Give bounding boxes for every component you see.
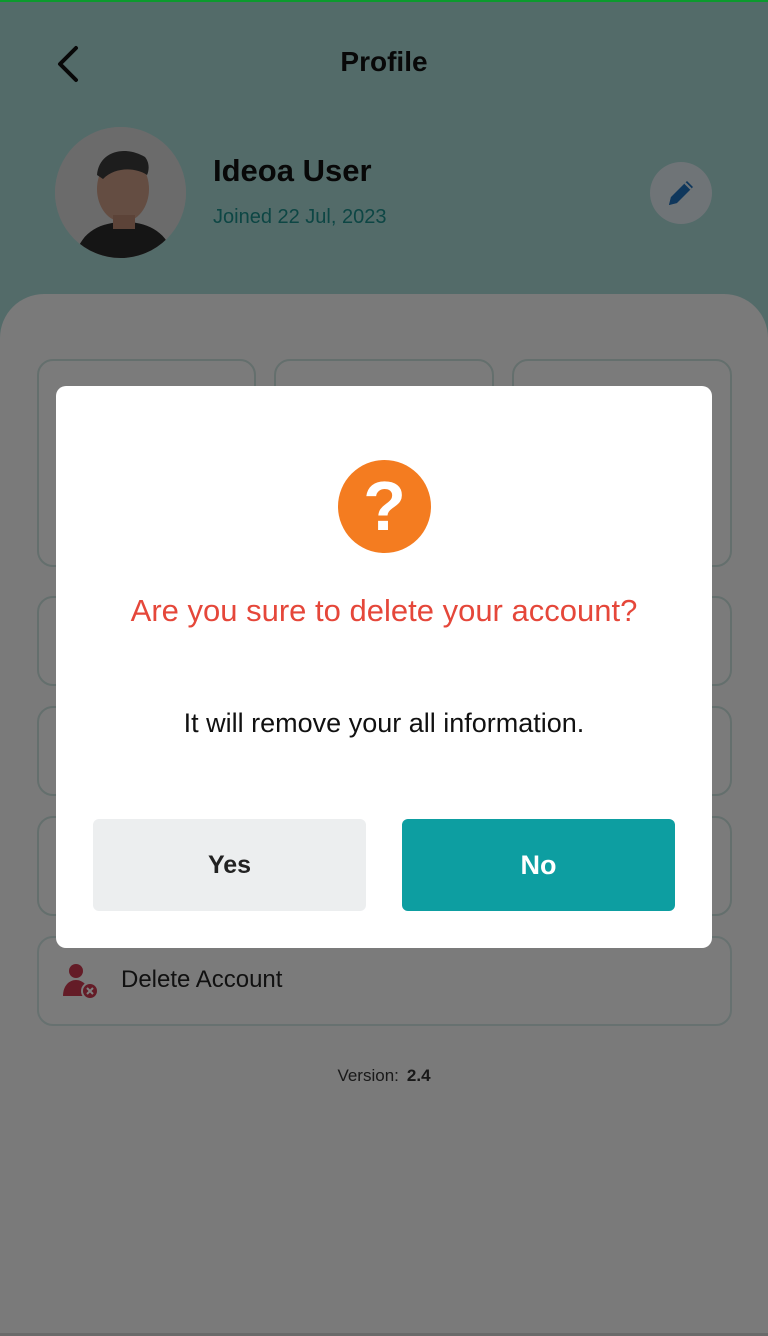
no-button[interactable]: No: [402, 819, 675, 911]
question-icon: ?: [338, 460, 431, 553]
profile-screen: Profile Ideoa User Joined 22 Jul, 2023: [0, 0, 768, 1336]
dialog-message: It will remove your all information.: [183, 708, 585, 738]
yes-button[interactable]: Yes: [93, 819, 366, 911]
delete-confirm-dialog: ? Are you sure to delete your account? I…: [56, 386, 712, 948]
status-strip: [0, 0, 768, 2]
dialog-title: Are you sure to delete your account?: [130, 593, 638, 628]
question-glyph: ?: [363, 467, 406, 545]
